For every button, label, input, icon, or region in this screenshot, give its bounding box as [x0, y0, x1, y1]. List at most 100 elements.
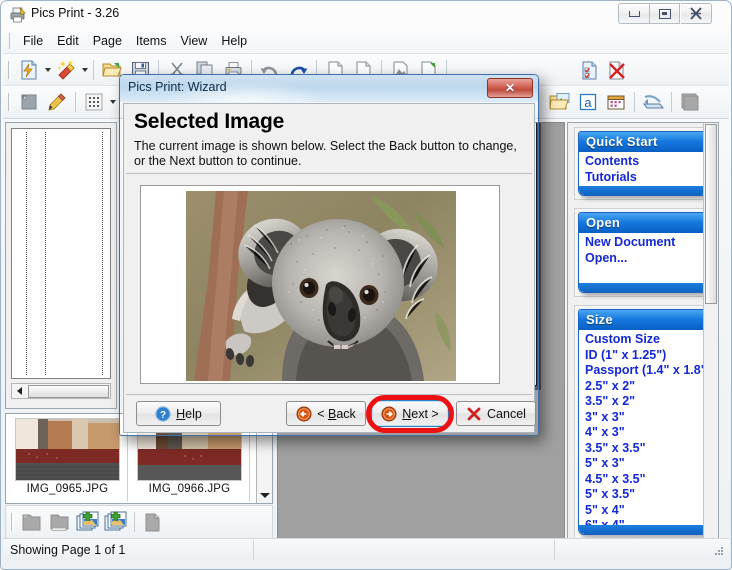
menu-items[interactable]: Items [129, 31, 174, 51]
magic-wand-dropdown[interactable] [80, 58, 89, 82]
open-folder-button[interactable] [47, 510, 73, 535]
window-titlebar: Pics Print - 3.26 [1, 1, 731, 28]
size-option-custom[interactable]: Custom Size [585, 332, 707, 348]
add-all-images-button[interactable] [103, 510, 129, 535]
status-text: Showing Page 1 of 1 [10, 542, 126, 557]
wizard-close-button[interactable]: ✕ [487, 78, 533, 98]
size-option-3p5x3p5[interactable]: 3.5" x 3.5" [585, 441, 707, 457]
magic-wand-button[interactable] [53, 58, 79, 83]
quick-start-section: Quick Start Contents Tutorials [574, 127, 712, 200]
grid-dots-icon [85, 93, 103, 111]
koala-photo [186, 191, 456, 381]
add-image-button[interactable] [547, 90, 573, 115]
link-new-document[interactable]: New Document [585, 235, 707, 251]
add-text-button[interactable]: a [575, 90, 601, 115]
size-option-6x4[interactable]: 6" x 4" [585, 518, 707, 534]
add-calendar-button[interactable] [603, 90, 629, 115]
wizard-dropdown[interactable] [43, 58, 52, 82]
task-panel: Quick Start Contents Tutorials Open New … [567, 122, 719, 539]
add-images-button[interactable] [75, 510, 101, 535]
add-shape-button[interactable] [677, 90, 703, 115]
scroll-left-button[interactable] [12, 384, 27, 398]
delete-page-button[interactable] [604, 58, 630, 83]
menu-edit[interactable]: Edit [50, 31, 86, 51]
size-option-2p5x2[interactable]: 2.5" x 2" [585, 379, 707, 395]
x-mark-icon [467, 407, 481, 420]
scroll-thumb[interactable] [28, 384, 109, 398]
wizard-dialog[interactable]: Pics Print: Wizard ✕ Selected Image The … [119, 74, 539, 436]
size-section: Size Custom Size ID (1" x 1.25") Passpor… [574, 305, 712, 538]
maximize-icon [658, 8, 671, 19]
svg-text:a: a [584, 95, 592, 110]
size-option-5x4[interactable]: 5" x 4" [585, 503, 707, 519]
size-option-3x3[interactable]: 3" x 3" [585, 410, 707, 426]
size-option-passport[interactable]: Passport (1.4" x 1.8") [585, 363, 707, 379]
status-bar: Showing Page 1 of 1 [3, 538, 729, 560]
size-option-id[interactable]: ID (1" x 1.25") [585, 348, 707, 364]
status-separator [554, 539, 556, 560]
scroll-thumb[interactable] [705, 124, 717, 304]
grid-dropdown[interactable] [108, 90, 117, 114]
card-title: Size [579, 310, 707, 330]
card-title: Quick Start [579, 132, 707, 152]
page-layout-preview[interactable] [5, 122, 117, 409]
size-option-3p5x2[interactable]: 3.5" x 2" [585, 394, 707, 410]
menu-file[interactable]: File [16, 31, 50, 51]
cancel-button[interactable]: Cancel [456, 401, 536, 426]
minimize-button[interactable] [618, 3, 649, 24]
layout-guide [102, 132, 103, 375]
close-icon [690, 7, 702, 20]
close-button[interactable] [681, 3, 712, 24]
arrow-down-icon[interactable] [259, 493, 270, 498]
open-card: Open New Document Open... [578, 212, 708, 293]
new-folder-button[interactable] [19, 510, 45, 535]
menu-help[interactable]: Help [214, 31, 254, 51]
svg-text:?: ? [160, 410, 166, 421]
panel-vertical-scrollbar[interactable] [703, 123, 718, 538]
page-properties-button[interactable] [576, 58, 602, 83]
maximize-button[interactable] [649, 3, 680, 24]
toolbar-grip[interactable] [8, 61, 11, 79]
back-button[interactable]: < Back [286, 401, 366, 426]
size-option-5x3p5[interactable]: 5" x 3.5" [585, 487, 707, 503]
toolbar-grip[interactable] [11, 513, 14, 531]
page-checklist-icon [582, 61, 596, 79]
select-rect-icon [21, 94, 37, 110]
resize-grip-icon[interactable] [713, 545, 725, 557]
layout-horizontal-scrollbar[interactable] [11, 383, 111, 399]
open-section: Open New Document Open... [574, 208, 712, 297]
size-option-5x3[interactable]: 5" x 3" [585, 456, 707, 472]
toolbar-grip[interactable] [8, 93, 11, 111]
next-button[interactable]: Next > [371, 400, 449, 427]
layout-guide [26, 132, 27, 375]
size-option-4x3[interactable]: 4" x 3" [585, 425, 707, 441]
link-open[interactable]: Open... [585, 251, 707, 267]
thumbnail-caption: IMG_0965.JPG [26, 483, 109, 495]
scanner-icon [643, 95, 664, 109]
wizard-title: Pics Print: Wizard [128, 80, 227, 94]
list-item[interactable]: IMG_0965.JPG [8, 416, 128, 501]
select-object-button[interactable] [16, 90, 42, 115]
calendar-icon [607, 95, 625, 109]
menu-bar: File Edit Page Items View Help [3, 29, 729, 54]
page-thumb-button[interactable] [140, 510, 166, 535]
help-button[interactable]: ? Help [136, 401, 221, 426]
arrow-left-circle-icon [296, 406, 312, 421]
link-tutorials[interactable]: Tutorials [585, 170, 707, 186]
layout-page[interactable] [11, 128, 111, 379]
wizard-button[interactable] [16, 58, 42, 83]
status-separator [253, 539, 255, 560]
toolbar-separator [93, 60, 94, 80]
link-contents[interactable]: Contents [585, 154, 707, 170]
edit-pencil-button[interactable] [44, 90, 70, 115]
cancel-button-label: Cancel [487, 406, 526, 421]
menu-view[interactable]: View [173, 31, 214, 51]
thumbnail-toolbar [5, 505, 273, 539]
wizard-header: Selected Image The current image is show… [126, 106, 532, 174]
image-preview-frame[interactable] [140, 185, 500, 384]
grid-snap-button[interactable] [81, 90, 107, 115]
size-option-4p5x3p5[interactable]: 4.5" x 3.5" [585, 472, 707, 488]
menubar-grip[interactable] [9, 33, 13, 49]
menu-page[interactable]: Page [86, 31, 129, 51]
scan-button[interactable] [640, 90, 666, 115]
